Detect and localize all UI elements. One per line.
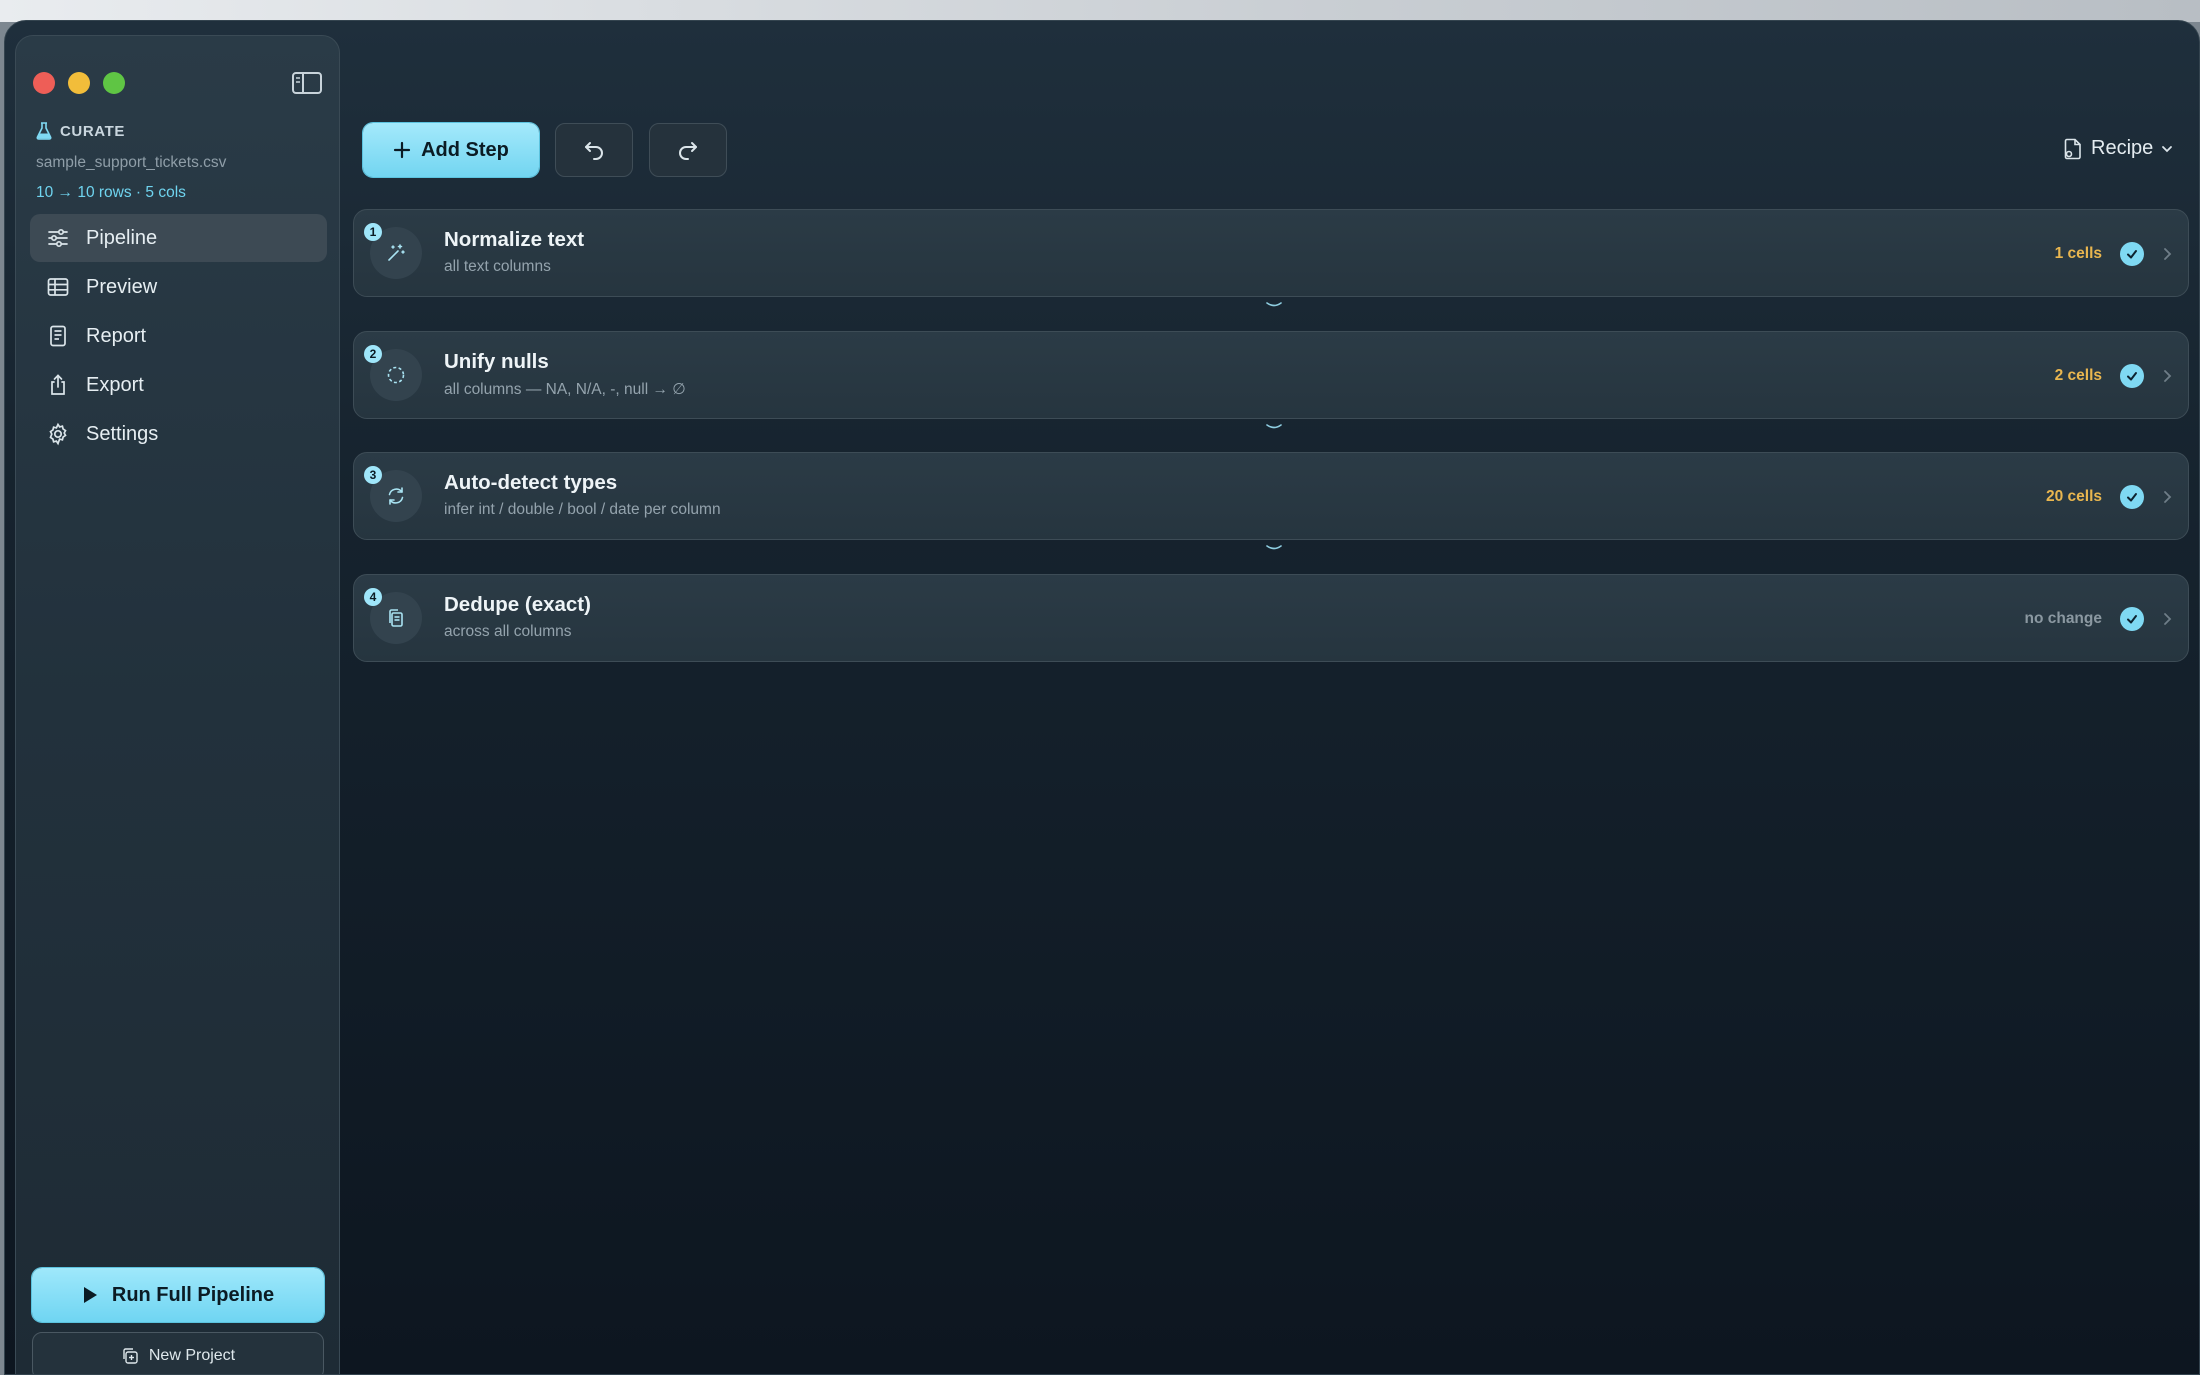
step-title: Dedupe (exact): [444, 592, 591, 616]
document-icon: [50, 325, 66, 347]
step-subtitle: across all columns: [444, 622, 572, 640]
add-step-label: Add Step: [421, 138, 509, 161]
step-number: 1: [364, 223, 382, 241]
undo-icon: [585, 142, 603, 160]
add-step-button[interactable]: Add Step: [363, 123, 539, 177]
step-cell-count: 1 cells: [2054, 245, 2102, 262]
step-status: 2 cells: [2055, 332, 2172, 420]
step-cell-count: 2 cells: [2054, 366, 2102, 384]
redo-button[interactable]: [649, 123, 727, 177]
file-stats: 10 → 10 rows · 5 cols: [36, 184, 186, 201]
step-card-unify-nulls[interactable]: 2 Unify nulls all columns — NA, N/A, -, …: [353, 330, 2189, 428]
checkmark-icon: [2120, 363, 2144, 388]
table-icon: [47, 278, 69, 296]
wand-icon: [388, 244, 405, 261]
chevron-right-icon[interactable]: [2162, 368, 2172, 384]
new-project-label: New Project: [148, 1347, 236, 1364]
step-status: 1 cells: [2055, 210, 2172, 298]
run-full-pipeline-label: Run Full Pipeline: [111, 1283, 275, 1306]
brand: CURATE: [36, 122, 125, 140]
connector-chevron-icon: [1266, 423, 1282, 428]
recipe-menu[interactable]: Recipe: [2063, 137, 2173, 160]
step-title: Unify nulls: [444, 349, 549, 373]
run-full-pipeline-button[interactable]: Run Full Pipeline: [32, 1268, 324, 1322]
recipe-label: Recipe: [2091, 137, 2154, 159]
chevron-right-icon[interactable]: [2162, 611, 2172, 627]
step-cell-count: 20 cells: [2045, 488, 2102, 505]
checkmark-icon: [2120, 606, 2144, 631]
close-window-button[interactable]: [33, 72, 55, 94]
desktop-menubar-strip: [0, 0, 2200, 22]
sidebar: CURATE sample_support_tickets.csv 10 → 1…: [15, 35, 340, 1374]
sidebar-item-label: Report: [86, 324, 147, 347]
sidebar-item-label: Pipeline: [86, 226, 158, 249]
brand-name: CURATE: [60, 122, 125, 140]
step-number: 3: [364, 466, 382, 484]
gear-icon: [49, 422, 67, 446]
sidebar-item-label: Export: [86, 373, 144, 396]
step-status: no change: [2024, 575, 2172, 663]
step-card-auto-detect-types[interactable]: 3 Auto-detect types infer int / double /…: [353, 452, 2189, 550]
step-number: 2: [364, 344, 382, 363]
zoom-window-button[interactable]: [103, 72, 125, 94]
checkmark-icon: [2120, 242, 2144, 266]
app-window: CURATE sample_support_tickets.csv 10 → 1…: [4, 20, 2200, 1375]
copy-docs-icon: [389, 608, 403, 627]
chevron-right-icon[interactable]: [2162, 246, 2172, 262]
sidebar-item-label: Preview: [86, 275, 158, 298]
sidebar-item-settings[interactable]: Settings: [30, 410, 327, 458]
redo-icon: [679, 142, 697, 160]
sidebar-item-report[interactable]: Report: [30, 312, 327, 360]
step-subtitle: infer int / double / bool / date per col…: [444, 501, 721, 518]
sliders-icon: [48, 228, 68, 248]
connector-chevron-icon: [1266, 545, 1282, 550]
sidebar-nav: Pipeline Preview Report Export Settings: [30, 214, 327, 459]
step-subtitle: all columns — NA, N/A, -, null → ∅: [444, 380, 686, 398]
checkmark-icon: [2120, 485, 2144, 509]
step-subtitle: all text columns: [444, 258, 551, 275]
sidebar-item-preview[interactable]: Preview: [30, 263, 327, 311]
step-title: Normalize text: [444, 228, 585, 251]
chevron-down-icon: [2162, 145, 2173, 152]
undo-button[interactable]: [555, 123, 633, 177]
step-number: 4: [364, 587, 382, 606]
play-icon: [83, 1287, 97, 1303]
pipeline-steps: 1 Normalize text all text columns 1 cell…: [353, 209, 2189, 695]
share-icon: [51, 374, 65, 395]
flask-icon: [36, 122, 52, 140]
refresh-icon: [388, 487, 404, 505]
sidebar-item-label: Settings: [86, 422, 159, 445]
sidebar-toggle-icon[interactable]: [291, 70, 323, 96]
new-project-button[interactable]: New Project: [32, 1332, 324, 1374]
step-card-normalize-text[interactable]: 1 Normalize text all text columns 1 cell…: [353, 209, 2189, 307]
step-title: Auto-detect types: [444, 471, 618, 494]
chevron-right-icon[interactable]: [2162, 489, 2172, 505]
new-project-icon: [123, 1348, 138, 1364]
plus-icon: [394, 141, 411, 159]
step-cell-count: no change: [2024, 609, 2102, 627]
recipe-doc-icon: [2064, 138, 2081, 159]
sidebar-item-pipeline[interactable]: Pipeline: [30, 214, 327, 262]
step-card-dedupe-exact[interactable]: 4 Dedupe (exact) across all columns no c…: [353, 573, 2189, 663]
step-status: 20 cells: [2046, 453, 2172, 541]
minimize-window-button[interactable]: [68, 72, 90, 94]
file-name: sample_support_tickets.csv: [36, 154, 227, 171]
dashed-circle-icon: [387, 366, 405, 383]
connector-chevron-icon: [1266, 302, 1282, 307]
sidebar-item-export[interactable]: Export: [30, 361, 327, 409]
